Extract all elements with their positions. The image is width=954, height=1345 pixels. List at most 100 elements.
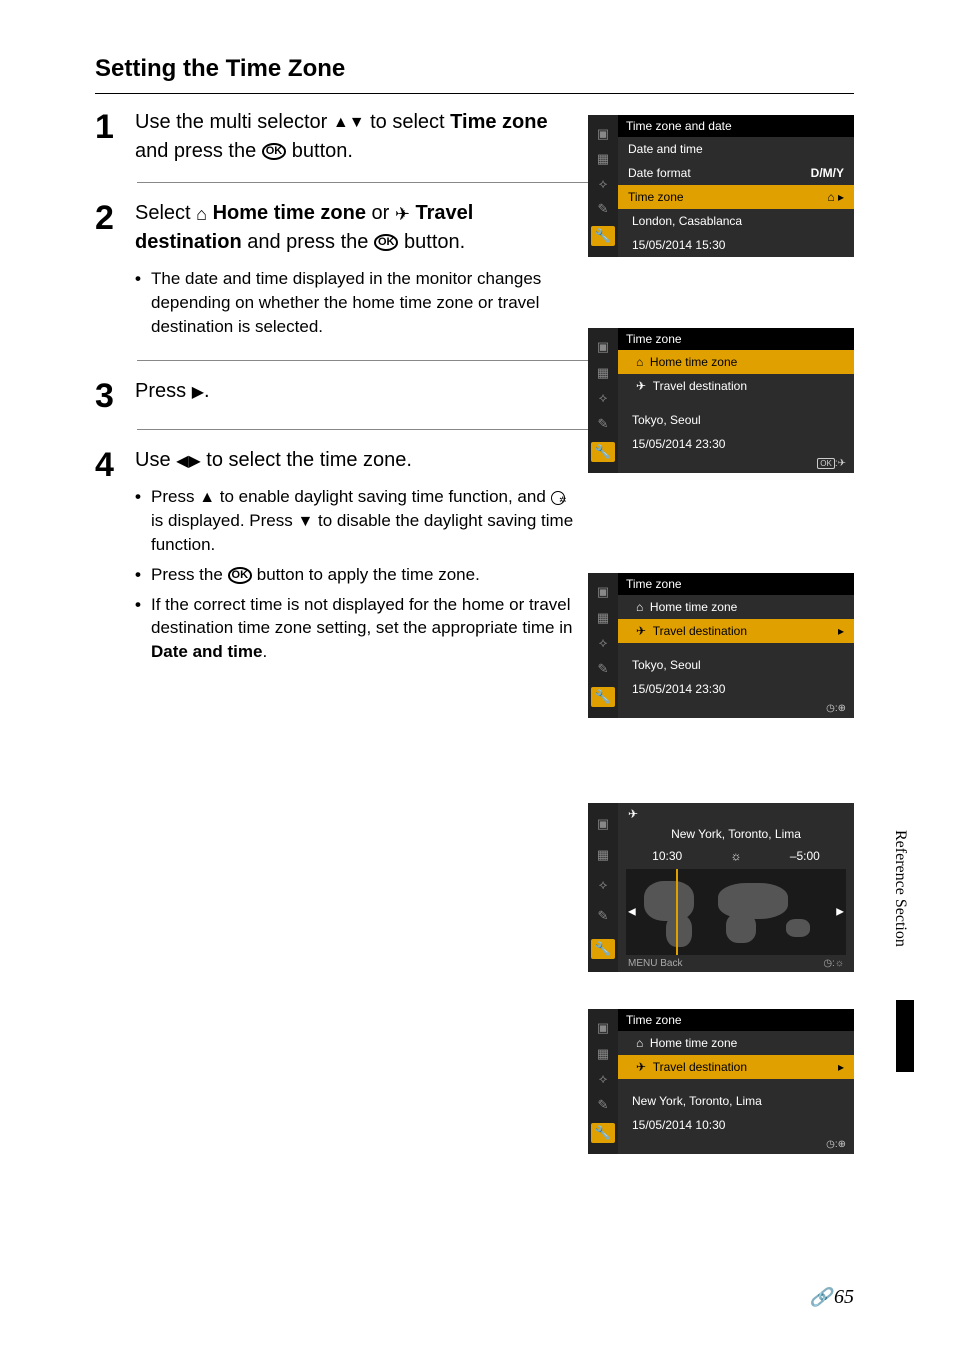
back-label: Back: [660, 958, 682, 969]
movie-mode-icon: ▦: [597, 151, 609, 167]
step-2: 2 Select ⌂ Home time zone or ✈ Travel de…: [95, 199, 854, 344]
continent-shape: [718, 883, 788, 919]
menu-back-icon: MENU: [628, 958, 657, 969]
screen-title: Time zone: [618, 328, 854, 350]
section-title: Setting the Time Zone: [95, 55, 854, 83]
map-time-row: 10:30 ☼ –5:00: [618, 847, 854, 869]
text: Home time zone: [650, 355, 737, 369]
camera-mode-icon: ▣: [597, 339, 609, 355]
spacer: [618, 1079, 854, 1089]
up-triangle-icon: ▲: [333, 111, 349, 134]
step-number: 3: [95, 377, 135, 413]
camera-mode-icon: ▣: [597, 1020, 609, 1036]
right-triangle-icon: ▶: [188, 450, 200, 473]
label: ✈ Travel destination: [636, 1060, 747, 1074]
label: ⌂ Home time zone: [636, 1036, 737, 1050]
label: ⌂ Home time zone: [636, 355, 737, 369]
wifi-icon: ⟡: [599, 176, 608, 192]
text: is displayed. Press: [151, 511, 297, 530]
bold-text: Home time zone: [207, 202, 366, 224]
page-footer: 🔗65: [810, 1286, 854, 1309]
plane-icon: ✈: [618, 803, 854, 821]
map-city: New York, Toronto, Lima: [618, 821, 854, 847]
step-4-bullet-1: Press ▲ to enable daylight saving time f…: [135, 485, 574, 556]
wrench-icon: 🔧: [591, 687, 615, 707]
step-1-text: Use the multi selector ▲▼ to select Time…: [135, 108, 574, 166]
camera-screen-4a: ▣▦⟡✎🔧 ✈ New York, Toronto, Lima 10:30 ☼ …: [588, 803, 854, 972]
globe-icon: ⊕: [838, 703, 846, 714]
home-icon: ⌂: [636, 355, 650, 369]
datetime-text: 15/05/2014 23:30: [618, 677, 854, 701]
right-triangle-icon: ▶: [192, 381, 204, 404]
text: Press: [135, 380, 192, 402]
text: Home time zone: [650, 1036, 737, 1050]
camera-mode-icon: ▣: [597, 816, 609, 832]
camera-mode-icon: ▣: [597, 126, 609, 142]
text: button to apply the time zone.: [252, 565, 480, 584]
continent-shape: [786, 919, 810, 937]
step-number: 4: [95, 446, 135, 482]
left-triangle-icon: ◀: [176, 450, 188, 473]
plane-icon: ✈: [636, 1060, 653, 1074]
text: Travel destination: [653, 1060, 747, 1074]
reference-link-icon: 🔗: [810, 1287, 832, 1307]
menu-row-travel-dest[interactable]: ✈ Travel destination ▸: [618, 1055, 854, 1079]
wrench-icon: 🔧: [591, 939, 615, 959]
step-4-bullet-3: If the correct time is not displayed for…: [135, 593, 574, 664]
text: Use the multi selector: [135, 111, 333, 133]
step-3-text: Press ▶.: [135, 377, 574, 406]
menu-row-home-tz[interactable]: ⌂ Home time zone: [618, 350, 854, 374]
text: to select the time zone.: [201, 449, 412, 471]
step-4: 4 Use ◀▶ to select the time zone. Press …: [95, 446, 854, 670]
offset-value: –5:00: [790, 849, 820, 863]
side-tab: [896, 1000, 914, 1072]
label: Date format: [628, 166, 691, 180]
up-triangle-icon: ▲: [199, 487, 215, 509]
dst-icon: ☼: [835, 958, 844, 969]
menu-row-date-format[interactable]: Date format D/M/Y: [618, 161, 854, 185]
value: D/M/Y: [811, 166, 844, 180]
wifi-icon: ⟡: [599, 1071, 608, 1087]
menu-row-date-time[interactable]: Date and time: [618, 137, 854, 161]
step-2-bullet-1: The date and time displayed in the monit…: [135, 267, 574, 338]
time-value: 10:30: [652, 849, 682, 863]
step-number: 1: [95, 108, 135, 144]
globe-icon: ⊕: [838, 1139, 846, 1150]
text: Press: [151, 487, 199, 506]
location-text: New York, Toronto, Lima: [618, 1089, 854, 1113]
screen-sidebar: ▣▦⟡✎🔧: [588, 803, 618, 972]
screen-footer: ◷:⊕: [618, 701, 854, 718]
right-arrow-icon: ▸: [838, 1060, 844, 1074]
label: Date and time: [628, 142, 703, 156]
world-map[interactable]: [626, 869, 846, 955]
screen-footer: MENU Back ◷:☼: [618, 955, 854, 972]
step-3: 3 Press ▶.: [95, 377, 854, 413]
datetime-text: 15/05/2014 10:30: [618, 1113, 854, 1137]
bold-text: Date and time: [151, 642, 262, 661]
ok-icon: OK: [262, 143, 287, 160]
menu-row-home-tz[interactable]: ⌂ Home time zone: [618, 1031, 854, 1055]
text: and press the: [135, 140, 262, 162]
ok-icon: OK: [228, 567, 253, 584]
screen-title: Time zone and date: [618, 115, 854, 137]
retouch-icon: ✎: [598, 908, 609, 924]
step-2-text: Select ⌂ Home time zone or ✈ Travel dest…: [135, 199, 574, 257]
ok-icon: OK: [374, 234, 399, 251]
dst-icon: [551, 491, 565, 505]
bold-text: Time zone: [450, 111, 547, 133]
tz-line: [676, 869, 678, 955]
movie-mode-icon: ▦: [597, 847, 609, 863]
plane-icon: ✈: [395, 201, 410, 227]
text: Use: [135, 449, 176, 471]
retouch-icon: ✎: [598, 416, 609, 432]
page-number: 65: [834, 1286, 854, 1308]
step-4-text: Use ◀▶ to select the time zone.: [135, 446, 574, 475]
text: or: [366, 202, 395, 224]
text: to select: [365, 111, 451, 133]
dst-icon: ☼: [731, 849, 742, 863]
screen-footer: ◷:⊕: [618, 1137, 854, 1154]
wrench-icon: 🔧: [591, 1123, 615, 1143]
clock-icon: ◷: [823, 958, 832, 969]
home-icon: ⌂: [636, 1036, 650, 1050]
text: and press the: [242, 231, 374, 253]
